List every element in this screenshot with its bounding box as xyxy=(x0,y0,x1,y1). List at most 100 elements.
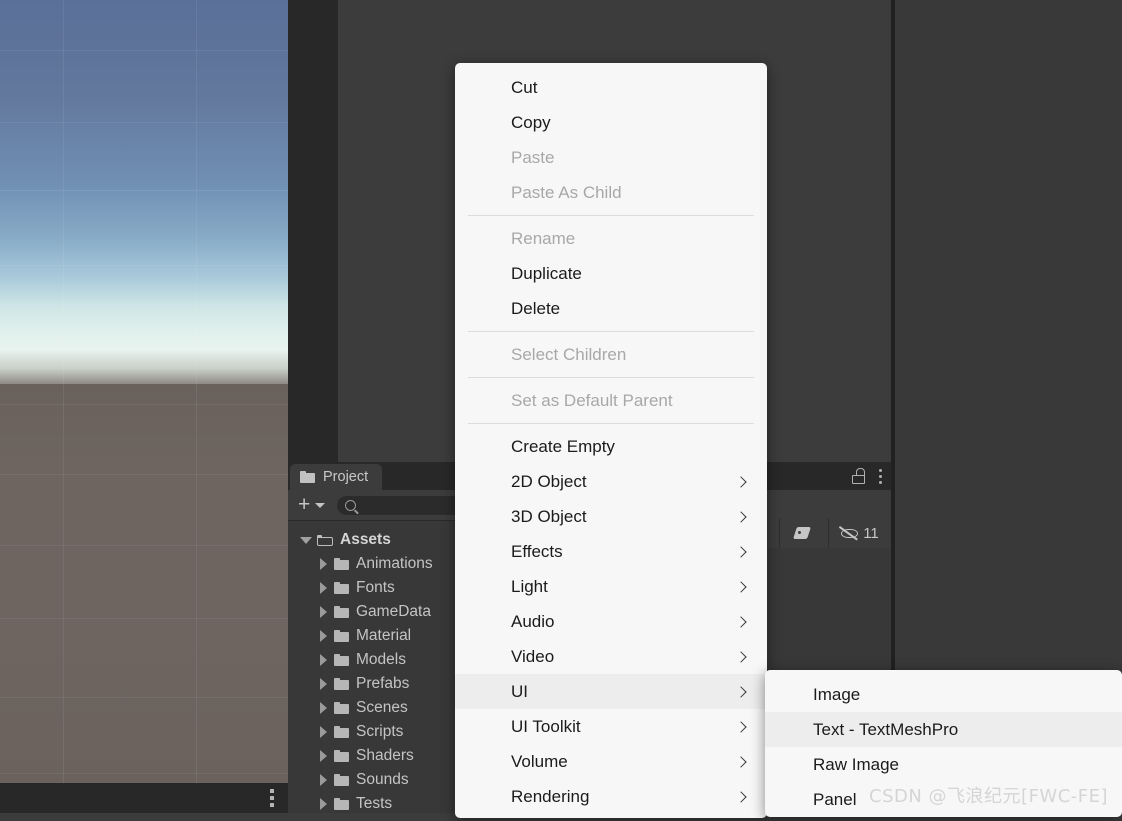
lock-open-icon[interactable] xyxy=(852,468,865,484)
panel-actions xyxy=(852,462,883,490)
chevron-down-icon[interactable] xyxy=(300,536,312,544)
chevron-right-icon xyxy=(735,475,747,488)
menu-item-label: Create Empty xyxy=(511,436,615,456)
folder-open-icon xyxy=(317,534,333,546)
menu-item-text-textmeshpro[interactable]: Text - TextMeshPro xyxy=(765,712,1122,747)
tab-project[interactable]: Project xyxy=(290,464,383,490)
menu-item-label: Audio xyxy=(511,611,555,631)
kebab-menu-icon[interactable] xyxy=(879,468,883,484)
tag-icon xyxy=(795,526,814,540)
tree-item-sounds[interactable]: Sounds xyxy=(288,768,468,792)
folder-icon xyxy=(334,750,349,762)
chevron-right-icon xyxy=(735,790,747,803)
tree-item-models[interactable]: Models xyxy=(288,648,468,672)
tool-hidden-count[interactable]: 11 xyxy=(828,518,891,548)
menu-item-label: Rename xyxy=(511,228,576,248)
scene-ground xyxy=(0,384,288,783)
chevron-down-icon xyxy=(315,502,326,508)
tree-item-scenes[interactable]: Scenes xyxy=(288,696,468,720)
menu-item-panel[interactable]: Panel xyxy=(765,782,1122,817)
folder-icon xyxy=(334,678,349,690)
menu-item-rename: Rename xyxy=(455,221,767,256)
add-asset-button[interactable]: + xyxy=(298,493,326,516)
scene-grid-line xyxy=(63,0,64,783)
menu-separator xyxy=(468,331,754,332)
tree-item-prefabs[interactable]: Prefabs xyxy=(288,672,468,696)
chevron-right-icon[interactable] xyxy=(320,582,327,594)
scene-grid-line xyxy=(0,190,288,191)
menu-item-label: Volume xyxy=(511,751,568,771)
tree-item-tests[interactable]: Tests xyxy=(288,792,468,816)
chevron-right-icon xyxy=(735,755,747,768)
chevron-right-icon[interactable] xyxy=(320,750,327,762)
folder-icon xyxy=(334,558,349,570)
tool-tag-filter[interactable] xyxy=(779,518,828,548)
chevron-right-icon[interactable] xyxy=(320,798,327,810)
menu-separator xyxy=(468,215,754,216)
chevron-right-icon[interactable] xyxy=(320,774,327,786)
menu-item-effects[interactable]: Effects xyxy=(455,534,767,569)
chevron-right-icon xyxy=(735,650,747,663)
kebab-menu-icon[interactable] xyxy=(270,789,274,807)
scene-grid-line xyxy=(196,0,197,783)
folder-icon xyxy=(334,606,349,618)
menu-item-audio[interactable]: Audio xyxy=(455,604,767,639)
menu-item-2d-object[interactable]: 2D Object xyxy=(455,464,767,499)
menu-item-label: Raw Image xyxy=(813,754,899,774)
eye-hidden-icon xyxy=(839,525,860,540)
menu-item-delete[interactable]: Delete xyxy=(455,291,767,326)
scene-grid-line xyxy=(0,265,288,266)
menu-item-rendering[interactable]: Rendering xyxy=(455,779,767,814)
tree-item-shaders[interactable]: Shaders xyxy=(288,744,468,768)
folder-icon xyxy=(334,774,349,786)
tree-item-material[interactable]: Material xyxy=(288,624,468,648)
context-menu: Cut Copy Paste Paste As Child Rename Duplicat… xyxy=(455,63,767,818)
tree-item-label: Tests xyxy=(356,795,393,812)
menu-item-cut[interactable]: Cut xyxy=(455,70,767,105)
menu-item-ui[interactable]: UI xyxy=(455,674,767,709)
menu-item-light[interactable]: Light xyxy=(455,569,767,604)
chevron-right-icon xyxy=(735,510,747,523)
menu-item-select-children: Select Children xyxy=(455,337,767,372)
menu-item-label: Paste As Child xyxy=(511,182,622,202)
menu-item-label: Duplicate xyxy=(511,263,582,283)
menu-item-copy[interactable]: Copy xyxy=(455,105,767,140)
chevron-right-icon[interactable] xyxy=(320,630,327,642)
menu-item-paste-as-child: Paste As Child xyxy=(455,175,767,210)
menu-item-label: Image xyxy=(813,684,861,704)
tree-item-fonts[interactable]: Fonts xyxy=(288,576,468,600)
chevron-right-icon[interactable] xyxy=(320,726,327,738)
chevron-right-icon[interactable] xyxy=(320,678,327,690)
tree-item-label: Sounds xyxy=(356,771,409,788)
menu-item-label: Delete xyxy=(511,298,561,318)
menu-item-label: Paste xyxy=(511,147,555,167)
menu-item-ui-toolkit[interactable]: UI Toolkit xyxy=(455,709,767,744)
menu-item-raw-image[interactable]: Raw Image xyxy=(765,747,1122,782)
menu-item-set-as-default-parent: Set as Default Parent xyxy=(455,383,767,418)
menu-item-volume[interactable]: Volume xyxy=(455,744,767,779)
menu-item-video[interactable]: Video xyxy=(455,639,767,674)
menu-item-label: Rendering xyxy=(511,786,590,806)
scene-bottom-bar xyxy=(0,783,288,813)
tree-item-assets[interactable]: Assets xyxy=(288,528,468,552)
chevron-right-icon xyxy=(735,720,747,733)
chevron-right-icon[interactable] xyxy=(320,702,327,714)
menu-item-label: Set as Default Parent xyxy=(511,390,673,410)
chevron-right-icon[interactable] xyxy=(320,606,327,618)
menu-item-duplicate[interactable]: Duplicate xyxy=(455,256,767,291)
tree-item-animations[interactable]: Animations xyxy=(288,552,468,576)
tree-item-gamedata[interactable]: GameData xyxy=(288,600,468,624)
tree-item-scripts[interactable]: Scripts xyxy=(288,720,468,744)
menu-item-image[interactable]: Image xyxy=(765,677,1122,712)
menu-item-label: Panel xyxy=(813,789,857,809)
menu-item-3d-object[interactable]: 3D Object xyxy=(455,499,767,534)
tree-item-label: Animations xyxy=(356,555,433,572)
menu-item-label: UI xyxy=(511,681,528,701)
chevron-right-icon[interactable] xyxy=(320,654,327,666)
plus-icon: + xyxy=(298,493,311,516)
scene-view[interactable] xyxy=(0,0,288,813)
chevron-right-icon[interactable] xyxy=(320,558,327,570)
menu-item-label: 2D Object xyxy=(511,471,587,491)
menu-item-create-empty[interactable]: Create Empty xyxy=(455,429,767,464)
tree-item-label: Assets xyxy=(340,531,391,548)
